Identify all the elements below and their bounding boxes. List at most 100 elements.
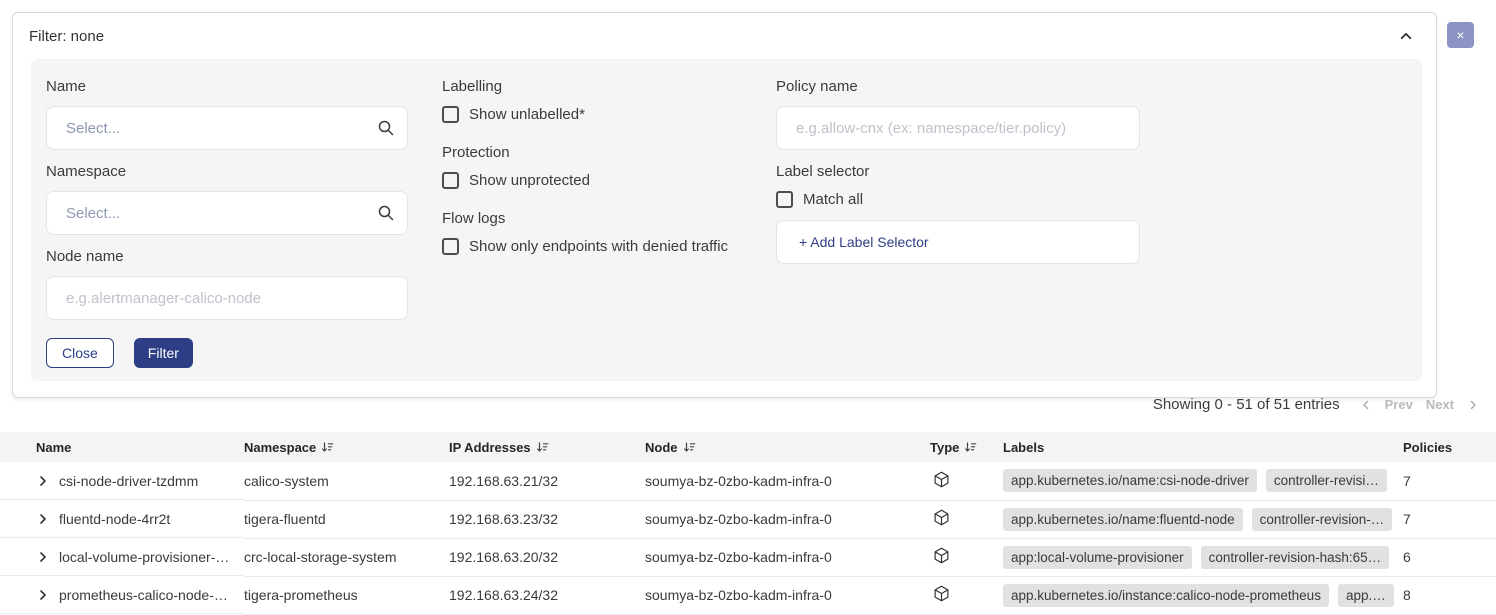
workload-endpoint-type-icon — [933, 475, 950, 491]
endpoint-name: prometheus-calico-node-… — [59, 587, 228, 603]
label-chip: controller-revisi… — [1266, 469, 1387, 492]
dismiss-panel-button[interactable]: × — [1447, 22, 1474, 48]
endpoint-node: soumya-bz-0zbo-kadm-infra-0 — [645, 576, 925, 614]
endpoint-labels: app.kubernetes.io/instance:calico-node-p… — [1003, 576, 1395, 614]
add-label-selector-button[interactable]: + Add Label Selector — [776, 220, 1140, 264]
denied-traffic-label: Show only endpoints with denied traffic — [469, 238, 728, 255]
column-header-node[interactable]: Node — [645, 432, 925, 462]
endpoint-labels: app.kubernetes.io/name:csi-node-driver co… — [1003, 462, 1395, 500]
namespace-field-label: Namespace — [46, 161, 408, 182]
next-page-link[interactable]: Next — [1426, 397, 1454, 412]
chevron-up-icon — [1398, 32, 1414, 47]
expand-row-icon[interactable] — [36, 512, 50, 526]
endpoint-name: csi-node-driver-tzdmm — [59, 473, 198, 489]
endpoints-table: Name Namespace IP Addresses Node Type Labels P… — [0, 432, 1496, 615]
label-chip: app.kubernetes.io/name:fluentd-node — [1003, 508, 1243, 531]
namespace-select-input[interactable] — [46, 191, 408, 235]
endpoint-node: soumya-bz-0zbo-kadm-infra-0 — [645, 462, 925, 500]
endpoint-policies-count: 7 — [1395, 462, 1496, 500]
filter-panel: Filter: none Name Namespace — [12, 12, 1437, 398]
name-field-label: Name — [46, 76, 408, 97]
endpoint-policies-count: 8 — [1395, 576, 1496, 614]
label-selector-section-label: Label selector — [776, 161, 1140, 182]
labelling-section-label: Labelling — [442, 76, 742, 97]
sort-icon[interactable] — [536, 441, 549, 454]
search-icon — [377, 119, 395, 137]
filter-title: Filter: none — [29, 28, 104, 45]
denied-traffic-checkbox[interactable] — [442, 238, 459, 255]
sort-icon[interactable] — [964, 441, 977, 454]
endpoint-policies-count: 7 — [1395, 500, 1496, 538]
label-chip: app:local-volume-provisioner — [1003, 546, 1192, 569]
workload-endpoint-type-icon — [933, 551, 950, 567]
node-name-field-label: Node name — [46, 246, 408, 267]
column-header-label: Type — [930, 440, 959, 455]
table-header-row: Name Namespace IP Addresses Node Type Labels P… — [0, 432, 1496, 462]
endpoint-namespace: calico-system — [244, 462, 449, 500]
column-header-label: IP Addresses — [449, 440, 531, 455]
prev-page-link[interactable]: Prev — [1385, 397, 1413, 412]
collapse-panel-button[interactable] — [1396, 26, 1416, 46]
protection-section-label: Protection — [442, 142, 742, 163]
endpoint-name: local-volume-provisioner-… — [59, 549, 229, 565]
column-header-labels: Labels — [1003, 432, 1395, 462]
column-header-namespace[interactable]: Namespace — [244, 432, 449, 462]
endpoint-labels: app.kubernetes.io/name:fluentd-node contr… — [1003, 500, 1395, 538]
name-select-input[interactable] — [46, 106, 408, 150]
column-header-label: Labels — [1003, 440, 1044, 455]
match-all-label: Match all — [803, 191, 863, 208]
table-row[interactable]: local-volume-provisioner-…crc-local-stor… — [0, 538, 1496, 576]
endpoint-name: fluentd-node-4rr2t — [59, 511, 170, 527]
node-name-input[interactable] — [46, 276, 408, 320]
workload-endpoint-type-icon — [933, 513, 950, 529]
show-unlabelled-label: Show unlabelled* — [469, 106, 585, 123]
close-button[interactable]: Close — [46, 338, 114, 368]
sort-icon[interactable] — [321, 441, 334, 454]
expand-row-icon[interactable] — [36, 588, 50, 602]
column-header-type[interactable]: Type — [925, 432, 1003, 462]
match-all-checkbox[interactable] — [776, 191, 793, 208]
column-header-label: Policies — [1403, 440, 1452, 455]
label-chip: controller-revision-hash:65… — [1201, 546, 1390, 569]
column-header-name: Name — [0, 432, 244, 462]
pagination-bar: Showing 0 - 51 of 51 entries Prev Next — [0, 396, 1479, 413]
sort-icon[interactable] — [683, 441, 696, 454]
endpoint-ip-addresses: 192.168.63.21/32 — [449, 462, 645, 500]
entries-summary: Showing 0 - 51 of 51 entries — [1153, 396, 1340, 413]
filter-button[interactable]: Filter — [134, 338, 193, 368]
close-icon: × — [1456, 27, 1464, 43]
endpoint-namespace: tigera-fluentd — [244, 500, 449, 538]
endpoint-node: soumya-bz-0zbo-kadm-infra-0 — [645, 500, 925, 538]
endpoint-ip-addresses: 192.168.63.20/32 — [449, 538, 645, 576]
label-chip: app.kubernetes.io/name:csi-node-driver — [1003, 469, 1257, 492]
next-arrow-icon[interactable] — [1467, 399, 1479, 411]
endpoint-ip-addresses: 192.168.63.24/32 — [449, 576, 645, 614]
show-unlabelled-checkbox[interactable] — [442, 106, 459, 123]
show-unprotected-checkbox[interactable] — [442, 172, 459, 189]
column-header-policies: Policies — [1395, 432, 1496, 462]
label-chip: app.… — [1338, 584, 1394, 607]
policy-name-input[interactable] — [776, 106, 1140, 150]
table-body: csi-node-driver-tzdmmcalico-system192.16… — [0, 462, 1496, 614]
table-row[interactable]: prometheus-calico-node-… tigera-prometheu… — [0, 576, 1496, 614]
prev-arrow-icon[interactable] — [1360, 399, 1372, 411]
table-row[interactable]: fluentd-node-4rr2t tigera-fluentd192.168.… — [0, 500, 1496, 538]
filter-panel-header: Filter: none — [13, 13, 1436, 57]
endpoint-node: soumya-bz-0zbo-kadm-infra-0 — [645, 538, 925, 576]
search-icon — [377, 204, 395, 222]
column-header-label: Node — [645, 440, 678, 455]
endpoint-ip-addresses: 192.168.63.23/32 — [449, 500, 645, 538]
show-unprotected-label: Show unprotected — [469, 172, 590, 189]
column-header-ip-addresses[interactable]: IP Addresses — [449, 432, 645, 462]
table-row[interactable]: csi-node-driver-tzdmm calico-system192.16… — [0, 462, 1496, 500]
column-header-label: Name — [36, 440, 71, 455]
expand-row-icon[interactable] — [36, 550, 50, 564]
column-header-label: Namespace — [244, 440, 316, 455]
policy-name-field-label: Policy name — [776, 76, 1140, 97]
filter-form: Name Namespace Node name — [31, 59, 1422, 381]
expand-row-icon[interactable] — [36, 474, 50, 488]
endpoint-namespace: tigera-prometheus — [244, 576, 449, 614]
label-chip: controller-revision-… — [1252, 508, 1393, 531]
label-chip: app.kubernetes.io/instance:calico-node-p… — [1003, 584, 1329, 607]
flow-logs-section-label: Flow logs — [442, 208, 742, 229]
